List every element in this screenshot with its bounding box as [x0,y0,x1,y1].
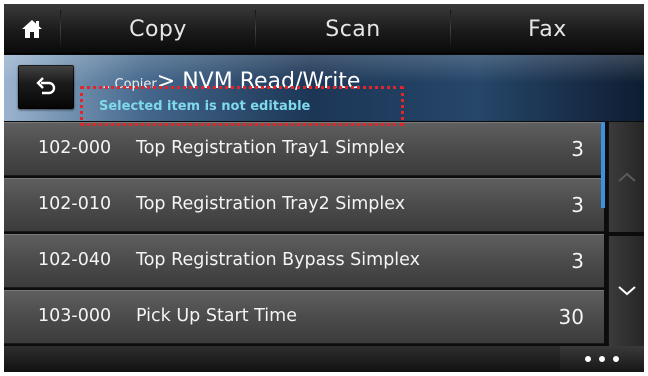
nvm-item-list: 102-000 Top Registration Tray1 Simplex 3… [4,122,604,346]
list-item[interactable]: 103-000 Pick Up Start Time 30 [4,290,604,344]
tab-copy[interactable]: Copy [61,4,255,54]
home-button[interactable] [4,4,60,54]
item-value: 30 [558,305,584,329]
scroll-up-button[interactable] [608,122,644,232]
top-nav-bar: Copy Scan Fax [4,4,644,54]
item-code: 103-000 [38,306,112,326]
item-code: 102-040 [38,250,112,270]
list-item[interactable]: 102-000 Top Registration Tray1 Simplex 3 [4,122,604,176]
chevron-up-icon [617,172,636,182]
scroll-down-button[interactable] [608,236,644,346]
notice-highlight-box [80,86,404,126]
home-icon [22,20,42,38]
bottom-bar [4,346,644,372]
item-label: Top Registration Tray2 Simplex [136,194,406,214]
scrollbar-thumb[interactable] [601,122,605,208]
back-button[interactable] [18,65,74,109]
more-options-button[interactable] [560,346,644,372]
item-code: 102-010 [38,194,112,214]
more-dots-icon [613,356,619,362]
chevron-down-icon [617,286,636,296]
item-label: Pick Up Start Time [136,306,297,326]
device-screen: Copy Scan Fax ... Copier> NVM Read/Write… [4,4,644,372]
tab-fax[interactable]: Fax [451,4,644,54]
item-value: 3 [571,249,584,273]
more-dots-icon [585,356,591,362]
item-label: Top Registration Bypass Simplex [136,250,420,270]
back-arrow-icon [36,77,56,95]
more-dots-icon [599,356,605,362]
list-item[interactable]: 102-010 Top Registration Tray2 Simplex 3 [4,178,604,232]
item-value: 3 [571,193,584,217]
item-label: Top Registration Tray1 Simplex [136,138,406,158]
list-item[interactable]: 102-040 Top Registration Bypass Simplex … [4,234,604,288]
tab-scan[interactable]: Scan [256,4,450,54]
item-value: 3 [571,137,584,161]
item-code: 102-000 [38,138,112,158]
